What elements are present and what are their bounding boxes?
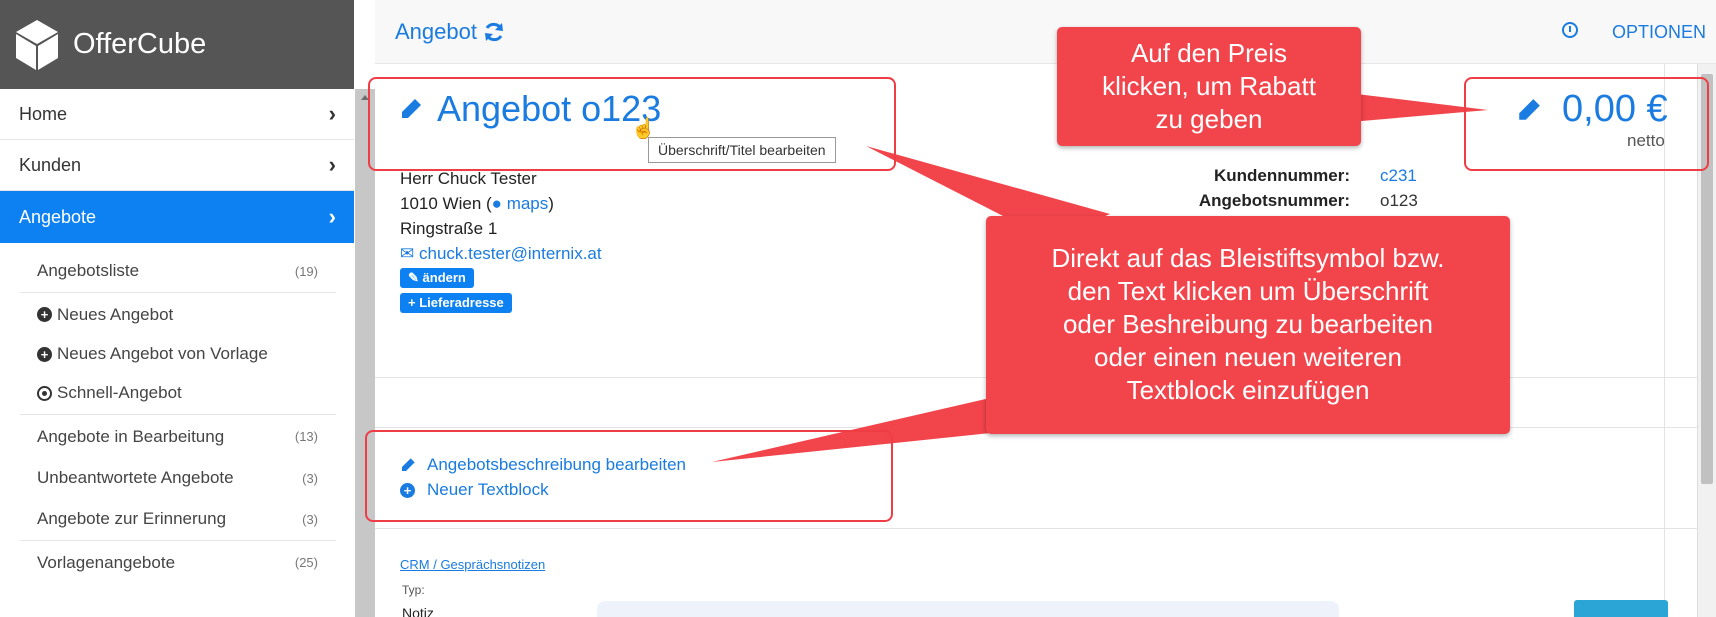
top-bar: Angebot OPTIONEN <box>375 0 1716 64</box>
plus-circle-icon: + <box>37 307 52 322</box>
pencil-hint-line: den Text klicken um Überschrift <box>1067 276 1429 306</box>
city-text: 1010 Wien ( <box>400 194 492 213</box>
count-badge: (19) <box>294 263 318 279</box>
customer-number-label: Kundennummer: <box>1214 166 1350 185</box>
customer-city: 1010 Wien (● maps) <box>400 191 602 216</box>
count-badge: (3) <box>302 511 318 527</box>
dot-circle-icon <box>37 385 52 401</box>
email-text[interactable]: chuck.tester@internix.at <box>419 244 602 263</box>
city-suffix: ) <box>548 194 554 213</box>
chevron-right-icon: › <box>328 204 336 229</box>
section-divider <box>375 528 1697 529</box>
page-title-text: Angebot <box>395 19 477 44</box>
sub-action-new-from-template[interactable]: + Neues Angebot von Vorlage <box>20 336 336 372</box>
plus-circle-icon: + <box>37 346 52 362</box>
refresh-icon[interactable] <box>483 21 505 43</box>
pencil-hint-line: oder einen neuen weiteren <box>1094 342 1402 372</box>
sub-item-label: Angebote in Bearbeitung <box>37 426 225 446</box>
pencil-hint-line: Textblock einzufügen <box>1126 375 1370 405</box>
type-select[interactable]: Notiz <box>402 605 434 617</box>
sidebar: OfferCube Home › Kunden › Angebote › Ang… <box>0 0 354 617</box>
nav-item-kunden[interactable]: Kunden › <box>0 140 354 191</box>
submit-note-button[interactable] <box>1574 600 1668 617</box>
options-menu[interactable]: OPTIONEN <box>1612 22 1706 43</box>
brand-bar[interactable]: OfferCube <box>0 0 354 89</box>
main-nav: Home › Kunden › Angebote › <box>0 89 354 243</box>
nav-item-angebote[interactable]: Angebote › <box>0 191 354 243</box>
sub-nav: Angebotsliste (19) + Neues Angebot + Neu… <box>20 250 336 584</box>
map-marker-icon[interactable]: ● <box>492 194 502 213</box>
history-clock-icon[interactable] <box>1562 22 1578 38</box>
delivery-label: Lieferadresse <box>419 295 504 310</box>
cube-logo-icon <box>16 19 58 70</box>
maps-link[interactable]: maps <box>507 194 549 213</box>
nav-item-label: Kunden <box>19 154 82 175</box>
nav-item-label: Home <box>19 103 68 124</box>
price-hint-line: zu geben <box>1155 104 1263 134</box>
type-label: Typ: <box>402 583 425 597</box>
sub-item-unanswered[interactable]: Unbeantwortete Angebote (3) <box>20 458 336 498</box>
chevron-right-icon: › <box>328 152 336 177</box>
crm-notes-link[interactable]: CRM / Gesprächsnotizen <box>400 557 545 572</box>
sub-item-label: Angebote zur Erinnerung <box>37 509 227 528</box>
price-highlight-box <box>1464 77 1709 171</box>
price-hint-line: Auf den Preis <box>1130 38 1288 68</box>
sub-item-reminder[interactable]: Angebote zur Erinnerung (3) <box>20 498 336 541</box>
page-title: Angebot <box>395 19 505 45</box>
customer-address: Herr Chuck Tester 1010 Wien (● maps) Rin… <box>400 166 602 266</box>
pencil-icon: ✎ <box>408 270 419 285</box>
description-highlight-box <box>365 430 893 522</box>
price-hint-callout: Auf den Preis klicken, um Rabatt zu gebe… <box>1057 27 1361 146</box>
envelope-icon: ✉ <box>400 244 415 263</box>
delivery-address-button[interactable]: + Lieferadresse <box>400 293 512 313</box>
pencil-hint-callout: Direkt auf das Bleistiftsymbol bzw. den … <box>986 216 1510 434</box>
sub-item-angebotsliste[interactable]: Angebotsliste (19) <box>20 250 336 293</box>
sub-action-quick-offer[interactable]: Schnell-Angebot <box>20 372 336 415</box>
sub-action-new-offer[interactable]: + Neues Angebot <box>20 293 336 336</box>
price-hint-line: klicken, um Rabatt <box>1102 71 1316 101</box>
edit-label: ändern <box>422 270 466 285</box>
title-highlight-box <box>368 77 896 171</box>
nav-item-label: Angebote <box>19 206 97 227</box>
pencil-hint-line: Direkt auf das Bleistiftsymbol bzw. <box>1051 243 1445 273</box>
sub-item-templates[interactable]: Vorlagenangebote (25) <box>20 541 336 584</box>
offer-number-value: o123 <box>1380 191 1418 210</box>
pencil-hint-line: oder Beshreibung zu bearbeiten <box>1062 309 1434 339</box>
brand-name: OfferCube <box>73 28 207 60</box>
offer-number-label: Angebotsnummer: <box>1198 191 1350 210</box>
nav-item-home[interactable]: Home › <box>0 89 354 140</box>
customer-number-link[interactable]: c231 <box>1380 166 1417 186</box>
customer-email[interactable]: ✉ chuck.tester@internix.at <box>400 241 602 266</box>
sub-item-label: Unbeantwortete Angebote <box>37 468 234 487</box>
count-badge: (13) <box>294 429 318 444</box>
sub-item-label: Vorlagenangebote <box>37 552 176 572</box>
sub-action-label: Neues Angebot von Vorlage <box>57 344 268 363</box>
plus-icon: + <box>408 295 416 310</box>
count-badge: (25) <box>294 555 318 570</box>
customer-street: Ringstraße 1 <box>400 219 498 238</box>
sub-item-in-progress[interactable]: Angebote in Bearbeitung (13) <box>20 415 336 458</box>
chevron-right-icon: › <box>328 101 336 126</box>
count-badge: (3) <box>302 470 318 486</box>
sub-item-label: Angebotsliste <box>37 261 140 280</box>
note-input[interactable] <box>597 601 1339 617</box>
sub-action-label: Neues Angebot <box>57 304 174 324</box>
sub-action-label: Schnell-Angebot <box>57 383 182 402</box>
edit-customer-button[interactable]: ✎ ändern <box>400 268 474 288</box>
